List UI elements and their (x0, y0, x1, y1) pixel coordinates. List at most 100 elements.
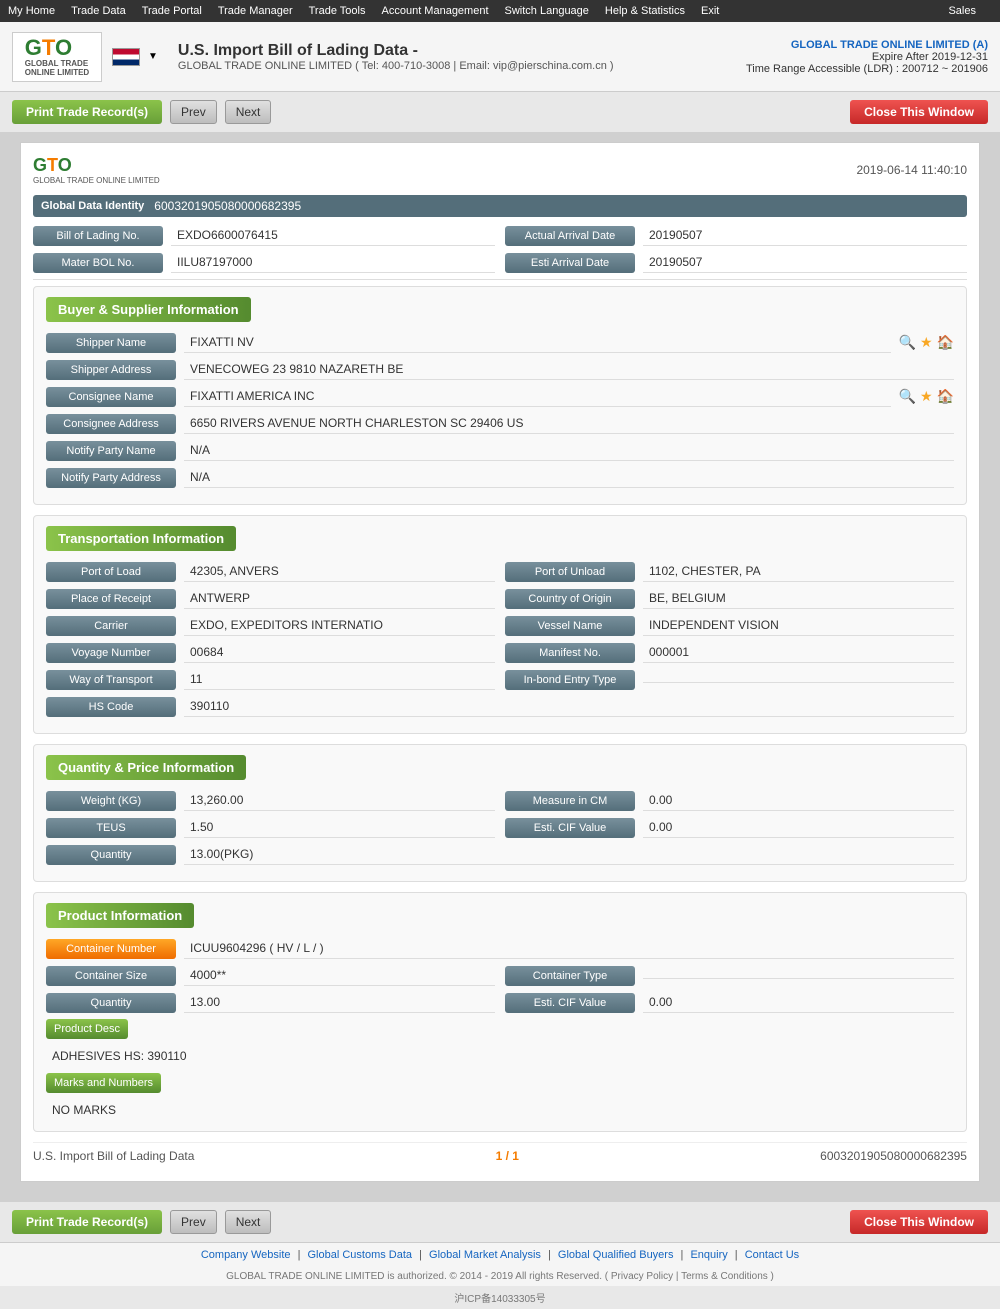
footer-links: Company Website | Global Customs Data | … (0, 1242, 1000, 1267)
header-right: GLOBAL TRADE ONLINE LIMITED (A) Expire A… (746, 39, 988, 75)
receipt-origin-row: Place of Receipt ANTWERP Country of Orig… (46, 588, 954, 609)
transportation-header: Transportation Information (46, 526, 236, 551)
product-cif-value: 0.00 (643, 992, 954, 1013)
search-icon[interactable]: 🔍 (899, 334, 916, 351)
way-inbond-row: Way of Transport 11 In-bond Entry Type (46, 669, 954, 690)
container-size-group: Container Size 4000** (46, 965, 495, 986)
carrier-vessel-row: Carrier EXDO, EXPEDITORS INTERNATIO Vess… (46, 615, 954, 636)
nav-help-statistics[interactable]: Help & Statistics (605, 5, 685, 17)
port-unload-group: Port of Unload 1102, CHESTER, PA (505, 561, 954, 582)
close-button-top[interactable]: Close This Window (850, 100, 988, 124)
actual-arrival-value: 20190507 (643, 225, 967, 246)
buyer-supplier-section: Buyer & Supplier Information Shipper Nam… (33, 286, 967, 505)
shipper-address-value: VENECOWEG 23 9810 NAZARETH BE (184, 359, 954, 380)
consignee-address-label: Consignee Address (46, 414, 176, 434)
marks-label: Marks and Numbers (46, 1073, 161, 1093)
weight-value: 13,260.00 (184, 790, 495, 811)
next-button-top[interactable]: Next (225, 100, 272, 124)
print-button-bottom[interactable]: Print Trade Record(s) (12, 1210, 162, 1234)
product-desc-label: Product Desc (46, 1019, 128, 1039)
product-cif-label: Esti. CIF Value (505, 993, 635, 1013)
container-size-type-row: Container Size 4000** Container Type (46, 965, 954, 986)
teus-group: TEUS 1.50 (46, 817, 495, 838)
measure-cm-label: Measure in CM (505, 791, 635, 811)
product-qty-value: 13.00 (184, 992, 495, 1013)
footer-link-enquiry[interactable]: Enquiry (690, 1249, 727, 1261)
nav-account-management[interactable]: Account Management (382, 5, 489, 17)
star-icon[interactable]: ★ (920, 334, 933, 351)
nav-my-home[interactable]: My Home (8, 5, 55, 17)
container-type-group: Container Type (505, 965, 954, 986)
footer-link-global-customs[interactable]: Global Customs Data (308, 1249, 413, 1261)
bol-group: Bill of Lading No. EXDO6600076415 (33, 225, 495, 246)
consignee-search-icon[interactable]: 🔍 (899, 388, 916, 405)
consignee-star-icon[interactable]: ★ (920, 388, 933, 405)
close-button-bottom[interactable]: Close This Window (850, 1210, 988, 1234)
actual-arrival-label: Actual Arrival Date (505, 226, 635, 246)
nav-trade-manager[interactable]: Trade Manager (218, 5, 293, 17)
weight-measure-row: Weight (KG) 13,260.00 Measure in CM 0.00 (46, 790, 954, 811)
port-load-group: Port of Load 42305, ANVERS (46, 561, 495, 582)
record-footer-right: 6003201905080000682395 (820, 1149, 967, 1163)
voyage-manifest-row: Voyage Number 00684 Manifest No. 000001 (46, 642, 954, 663)
carrier-label: Carrier (46, 616, 176, 636)
flag-dropdown-icon[interactable]: ▼ (148, 51, 158, 62)
shipper-name-value: FIXATTI NV (184, 332, 891, 353)
prev-button-top[interactable]: Prev (170, 100, 217, 124)
weight-group: Weight (KG) 13,260.00 (46, 790, 495, 811)
bol-label: Bill of Lading No. (33, 226, 163, 246)
nav-trade-tools[interactable]: Trade Tools (309, 5, 366, 17)
shipper-address-label: Shipper Address (46, 360, 176, 380)
notify-party-address-label: Notify Party Address (46, 468, 176, 488)
carrier-group: Carrier EXDO, EXPEDITORS INTERNATIO (46, 615, 495, 636)
nav-trade-data[interactable]: Trade Data (71, 5, 126, 17)
way-transport-label: Way of Transport (46, 670, 176, 690)
product-desc-row: Product Desc (46, 1019, 954, 1039)
qty-label: Quantity (46, 845, 176, 865)
footer-link-global-buyers[interactable]: Global Qualified Buyers (558, 1249, 674, 1261)
container-type-label: Container Type (505, 966, 635, 986)
page-title: U.S. Import Bill of Lading Data - (178, 42, 614, 60)
way-transport-value: 11 (184, 669, 495, 690)
logo-subtext: GLOBAL TRADEONLINE LIMITED (25, 59, 89, 77)
country-origin-value: BE, BELGIUM (643, 588, 954, 609)
container-size-label: Container Size (46, 966, 176, 986)
port-unload-label: Port of Unload (505, 562, 635, 582)
prev-button-bottom[interactable]: Prev (170, 1210, 217, 1234)
transportation-section: Transportation Information Port of Load … (33, 515, 967, 734)
esti-arrival-value: 20190507 (643, 252, 967, 273)
home-icon[interactable]: 🏠 (937, 334, 954, 351)
qty-row: Quantity 13.00(PKG) (46, 844, 954, 865)
expire-info: Expire After 2019-12-31 (746, 51, 988, 63)
inbond-group: In-bond Entry Type (505, 669, 954, 690)
shipper-name-label: Shipper Name (46, 333, 176, 353)
notify-party-address-row: Notify Party Address N/A (46, 467, 954, 488)
product-section: Product Information Container Number ICU… (33, 892, 967, 1132)
card-header: GTO GLOBAL TRADE ONLINE LIMITED 2019-06-… (33, 155, 967, 185)
mater-bol-row: Mater BOL No. IILU87197000 Esti Arrival … (33, 252, 967, 273)
action-bar-top: Print Trade Record(s) Prev Next Close Th… (0, 92, 1000, 132)
place-receipt-label: Place of Receipt (46, 589, 176, 609)
print-button-top[interactable]: Print Trade Record(s) (12, 100, 162, 124)
voyage-group: Voyage Number 00684 (46, 642, 495, 663)
nav-trade-portal[interactable]: Trade Portal (142, 5, 202, 17)
title-suffix: - (413, 42, 418, 59)
nav-switch-language[interactable]: Switch Language (505, 5, 589, 17)
flag-icon (112, 48, 140, 66)
title-text: U.S. Import Bill of Lading Data (178, 42, 408, 59)
consignee-name-value: FIXATTI AMERICA INC (184, 386, 891, 407)
notify-party-name-row: Notify Party Name N/A (46, 440, 954, 461)
measure-cm-group: Measure in CM 0.00 (505, 790, 954, 811)
nav-exit[interactable]: Exit (701, 5, 719, 17)
footer-link-contact[interactable]: Contact Us (745, 1249, 799, 1261)
consignee-home-icon[interactable]: 🏠 (937, 388, 954, 405)
company-logo: GTO GLOBAL TRADEONLINE LIMITED (12, 32, 102, 82)
vessel-name-label: Vessel Name (505, 616, 635, 636)
shipper-name-row: Shipper Name FIXATTI NV 🔍 ★ 🏠 (46, 332, 954, 353)
footer-link-global-market[interactable]: Global Market Analysis (429, 1249, 541, 1261)
footer-link-company-website[interactable]: Company Website (201, 1249, 291, 1261)
global-identity-row: Global Data Identity 6003201905080000682… (33, 195, 967, 217)
nav-sales[interactable]: Sales (948, 5, 976, 17)
next-button-bottom[interactable]: Next (225, 1210, 272, 1234)
product-qty-cif-row: Quantity 13.00 Esti. CIF Value 0.00 (46, 992, 954, 1013)
